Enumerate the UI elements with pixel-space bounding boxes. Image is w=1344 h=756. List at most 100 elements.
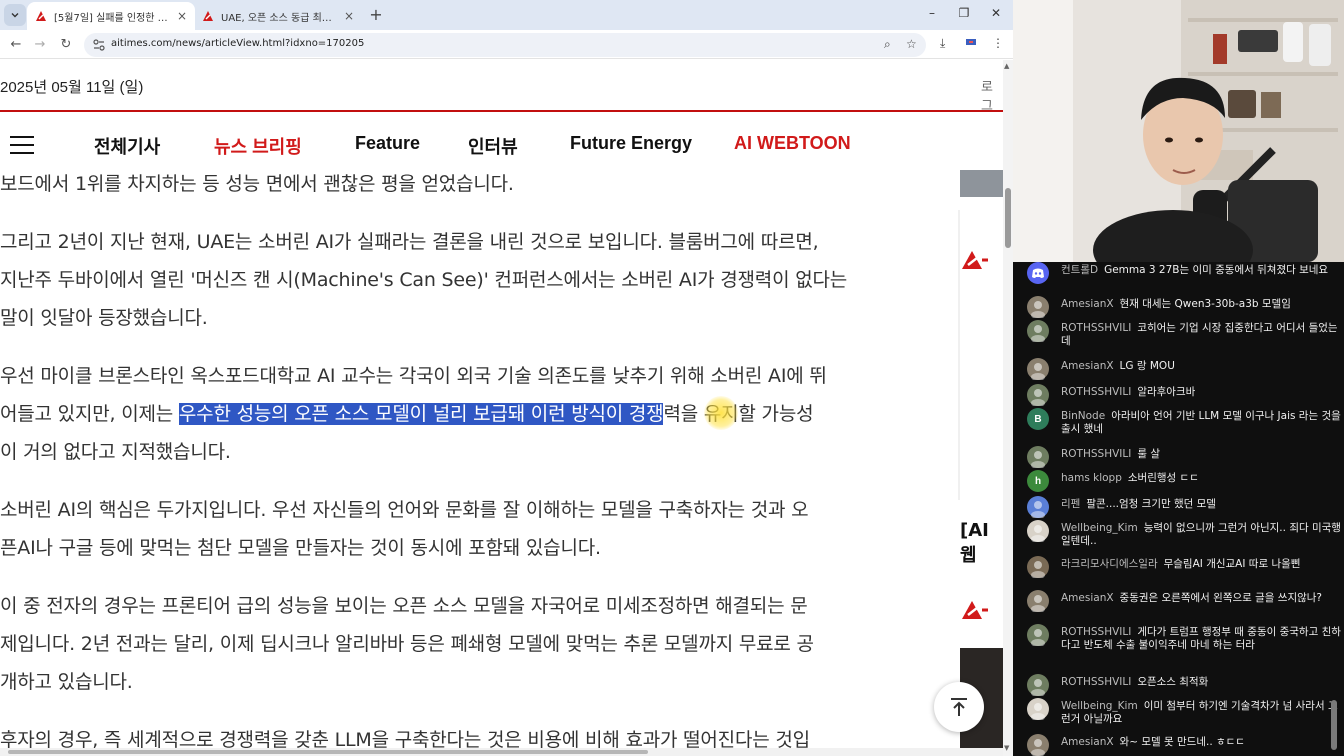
chat-message-text: Wellbeing_Kim 능력이 없으니까 그런거 아닌지.. 죄다 미국행일텐… xyxy=(1061,522,1341,548)
chat-author[interactable]: AmesianX xyxy=(1061,298,1114,310)
avatar[interactable] xyxy=(1027,320,1049,342)
nav-news-briefing[interactable]: 뉴스 브리핑 xyxy=(214,133,302,159)
site-date: 2025년 05월 11일 (일) xyxy=(0,79,144,96)
avatar[interactable] xyxy=(1027,262,1049,284)
address-bar[interactable]: aitimes.com/news/articleView.html?idxno=… xyxy=(84,33,926,57)
scroll-to-top-button[interactable] xyxy=(934,682,984,732)
tab-search-button[interactable] xyxy=(4,4,26,26)
nav-interview[interactable]: 인터뷰 xyxy=(468,133,518,159)
chat-text: LG 랑 MOU xyxy=(1119,360,1175,372)
bookmark-star-icon[interactable]: ☆ xyxy=(906,37,917,51)
chat-author[interactable]: 컨트롤D xyxy=(1061,264,1098,276)
chat-text: Gemma 3 27B는 이미 중동에서 뒤쳐졌다 보네요 xyxy=(1104,264,1329,276)
chat-message-text: 컨트롤D Gemma 3 27B는 이미 중동에서 뒤쳐졌다 보네요 xyxy=(1061,264,1341,277)
user-photo-icon xyxy=(1031,389,1045,406)
horizontal-scrollbar[interactable] xyxy=(0,748,1003,756)
aitimes-logo-icon xyxy=(962,601,988,619)
chat-message-text: ROTHSSHVILI 코히어는 기업 시장 집중한다고 어디서 들었는데 xyxy=(1061,322,1341,348)
vertical-scrollbar[interactable]: ▲ ▼ xyxy=(1003,60,1013,756)
back-arrow-icon[interactable]: ← xyxy=(6,35,26,55)
chat-text: 와~ 모델 못 만드네.. ㅎㄷㄷ xyxy=(1119,736,1245,748)
restore-icon[interactable]: ❐ xyxy=(954,6,974,20)
more-menu-icon[interactable]: ⋮ xyxy=(992,36,1004,50)
chat-text: 중동권은 오른쪽에서 왼쪽으로 글을 쓰지않나? xyxy=(1119,592,1323,604)
side-article-title[interactable]: [AI웹 xyxy=(960,520,1003,567)
discord-icon xyxy=(1032,268,1044,278)
avatar[interactable] xyxy=(1027,358,1049,380)
tab-article-1[interactable]: [5월7일] 실패를 인정한 중동의 × xyxy=(27,2,195,30)
web-page: 2025년 05월 11일 (일) 로그 전체기사 뉴스 브리핑 Feature… xyxy=(0,60,1003,756)
nav-future-energy[interactable]: Future Energy xyxy=(570,133,692,154)
zoom-icon[interactable]: ⌕ xyxy=(884,37,891,52)
reload-icon[interactable]: ↻ xyxy=(56,35,76,55)
avatar[interactable] xyxy=(1027,556,1049,578)
chat-message-text: ROTHSSHVILI 룰 살 xyxy=(1061,448,1341,461)
close-tab-icon[interactable]: × xyxy=(344,9,354,23)
article-line: 보드에서 1위를 차지하는 등 성능 면에서 괜찮은 평을 얻었습니다. xyxy=(0,173,514,195)
chat-message-text: AmesianX 중동권은 오른쪽에서 왼쪽으로 글을 쓰지않나? xyxy=(1061,592,1341,605)
live-chat: 컨트롤D Gemma 3 27B는 이미 중동에서 뒤쳐졌다 보네요 Amesian… xyxy=(1013,262,1344,756)
chat-author[interactable]: ROTHSSHVILI xyxy=(1061,322,1131,334)
nav-ai-webtoon[interactable]: AI WEBTOON xyxy=(734,133,851,154)
avatar[interactable]: h xyxy=(1027,470,1049,492)
chat-author[interactable]: 라크리모사디에스일라 xyxy=(1061,558,1158,570)
aitimes-favicon-icon xyxy=(202,10,214,22)
download-icon[interactable]: ⤓ xyxy=(940,36,945,51)
chat-author[interactable]: BinNode xyxy=(1061,410,1105,422)
chat-author[interactable]: AmesianX xyxy=(1061,592,1114,604)
user-photo-icon xyxy=(1031,325,1045,342)
avatar[interactable] xyxy=(1027,384,1049,406)
chat-author[interactable]: 리펜 xyxy=(1061,498,1080,510)
avatar[interactable] xyxy=(1027,446,1049,468)
hamburger-menu-icon[interactable] xyxy=(10,136,34,154)
extension-icon[interactable] xyxy=(965,36,977,51)
chat-message-text: ROTHSSHVILI 알라후아크바 xyxy=(1061,386,1341,399)
minimize-icon[interactable]: – xyxy=(922,6,942,20)
user-photo-icon xyxy=(1031,525,1045,542)
url-text[interactable]: aitimes.com/news/articleView.html?idxno=… xyxy=(111,38,364,49)
chat-author[interactable]: Wellbeing_Kim xyxy=(1061,522,1138,534)
chat-author[interactable]: ROTHSSHVILI xyxy=(1061,676,1131,688)
scrollbar-thumb[interactable] xyxy=(1005,188,1011,248)
chat-author[interactable]: ROTHSSHVILI xyxy=(1061,626,1131,638)
avatar[interactable] xyxy=(1027,624,1049,646)
scrollbar-thumb[interactable] xyxy=(8,750,648,754)
chat-message-text: Wellbeing_Kim 이미 첨부터 하기엔 기술격차가 넘 사라서 그런거 … xyxy=(1061,700,1341,726)
avatar[interactable] xyxy=(1027,520,1049,542)
chat-message-text: AmesianX 와~ 모델 못 만드네.. ㅎㄷㄷ xyxy=(1061,736,1341,749)
user-photo-icon xyxy=(1031,739,1045,756)
chat-author[interactable]: hams klopp xyxy=(1061,472,1122,484)
chat-author[interactable]: ROTHSSHVILI xyxy=(1061,386,1131,398)
nav-feature[interactable]: Feature xyxy=(355,133,420,154)
chat-author[interactable]: ROTHSSHVILI xyxy=(1061,448,1131,460)
selected-text[interactable]: 우수한 성능의 오픈 소스 모델이 널리 보급돼 이런 방식이 경쟁 xyxy=(178,403,664,425)
mouse-cursor-highlight xyxy=(704,396,738,430)
site-info-icon[interactable] xyxy=(92,38,106,52)
login-link[interactable]: 로그 xyxy=(981,76,1003,114)
chat-message-text: AmesianX 현재 대세는 Qwen3-30b-a3b 모델임 xyxy=(1061,298,1341,311)
close-tab-icon[interactable]: × xyxy=(177,9,187,23)
side-thumbnail[interactable] xyxy=(960,170,1003,197)
avatar[interactable] xyxy=(1027,590,1049,612)
chat-author[interactable]: AmesianX xyxy=(1061,360,1114,372)
header-divider xyxy=(0,110,1003,112)
article-line: 그리고 2년이 지난 현재, UAE는 소버린 AI가 실패라는 결론을 내린 … xyxy=(0,231,819,253)
avatar[interactable]: B xyxy=(1027,408,1049,430)
chat-scrollbar[interactable] xyxy=(1331,700,1337,750)
forward-arrow-icon[interactable]: → xyxy=(30,35,50,55)
avatar[interactable] xyxy=(1027,734,1049,756)
tab-article-2[interactable]: UAE, 오픈 소스 동급 최강 '팔컨 × xyxy=(194,2,362,30)
user-photo-icon xyxy=(1031,595,1045,612)
tab-title: UAE, 오픈 소스 동급 최강 '팔컨 xyxy=(221,12,338,24)
avatar[interactable] xyxy=(1027,674,1049,696)
avatar[interactable] xyxy=(1027,296,1049,318)
user-photo-icon xyxy=(1031,301,1045,318)
close-window-icon[interactable]: ✕ xyxy=(986,6,1006,20)
nav-all-articles[interactable]: 전체기사 xyxy=(94,133,160,159)
chat-author[interactable]: AmesianX xyxy=(1061,736,1114,748)
avatar[interactable] xyxy=(1027,496,1049,518)
avatar[interactable] xyxy=(1027,698,1049,720)
chat-text: 팔콘....엄청 크기만 했던 모델 xyxy=(1086,498,1216,510)
chat-author[interactable]: Wellbeing_Kim xyxy=(1061,700,1138,712)
new-tab-button[interactable]: + xyxy=(366,5,386,25)
